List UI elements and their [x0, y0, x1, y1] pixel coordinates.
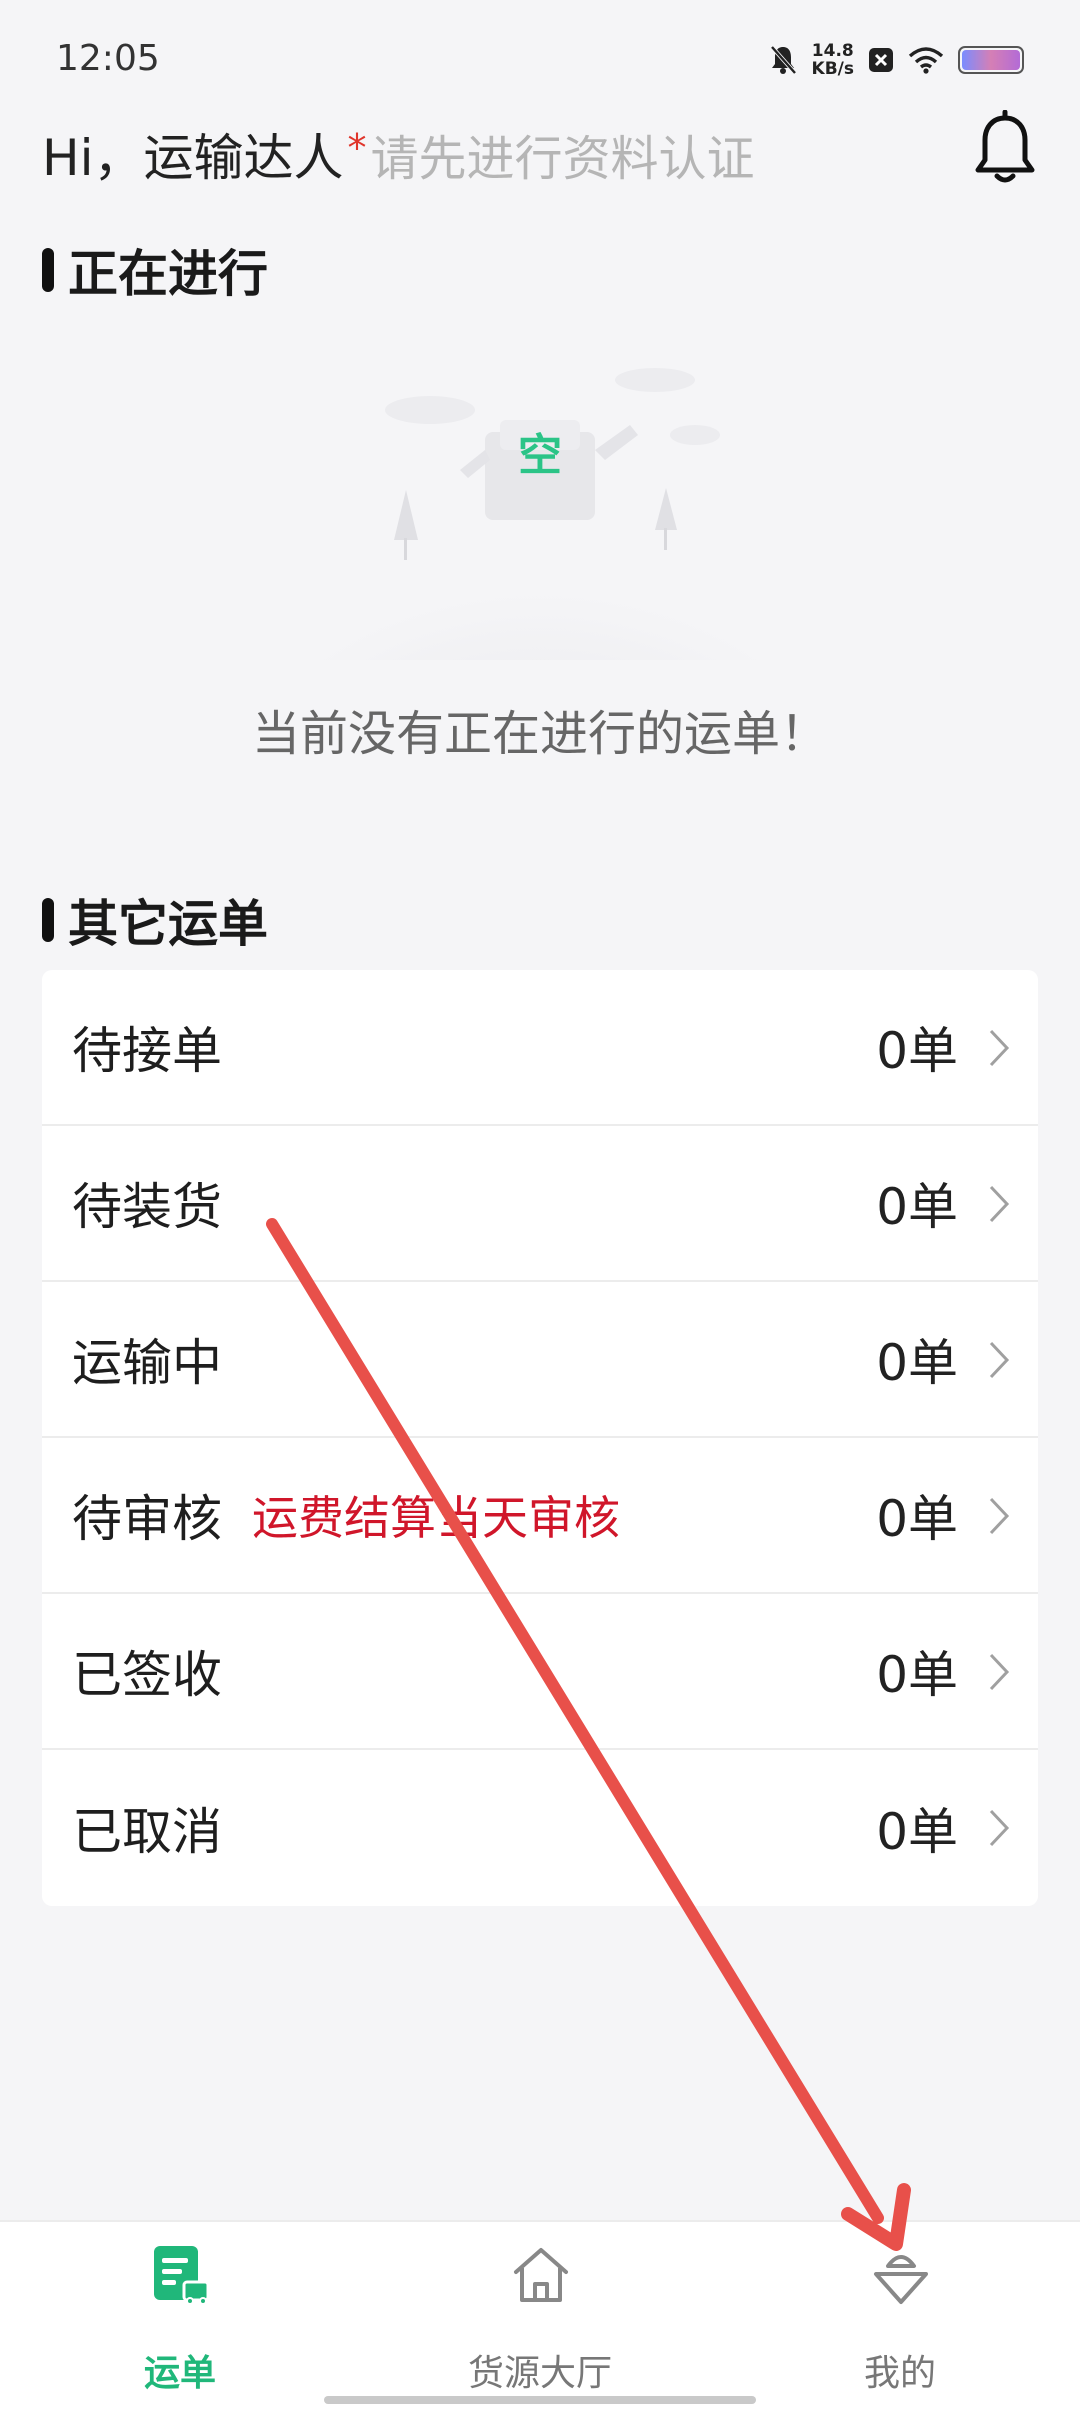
profile-icon: [874, 2255, 928, 2304]
battery-icon: [958, 46, 1024, 74]
order-row-signed[interactable]: 已签收 0单: [42, 1594, 1038, 1750]
row-label: 待装货: [72, 1178, 222, 1236]
tab-label: 我的: [863, 2353, 936, 2394]
blocked-sim-icon: [869, 48, 893, 72]
row-label: 已签收: [72, 1646, 222, 1704]
notification-bell-icon[interactable]: [970, 110, 1040, 190]
other-orders-section-title: 其它运单: [42, 884, 268, 956]
chevron-right-icon: [989, 1341, 1010, 1379]
header-greeting: Hi，运输达人 * 请先进行资料认证: [42, 118, 755, 190]
tab-label: 运单: [143, 2353, 216, 2394]
tab-mine[interactable]: 我的: [720, 2222, 1080, 2410]
in-progress-section-title: 正在进行: [42, 234, 268, 306]
tab-cargo-hall[interactable]: 货源大厅: [360, 2222, 720, 2410]
home-icon: [514, 2248, 568, 2302]
empty-badge: 空: [518, 430, 562, 481]
order-row-cancelled[interactable]: 已取消 0单: [42, 1750, 1038, 1906]
row-count: 0单: [876, 1022, 958, 1080]
order-row-pending-accept[interactable]: 待接单 0单: [42, 970, 1038, 1126]
wifi-icon: [908, 47, 944, 74]
section-marker: [42, 248, 54, 292]
network-speed: 14.8 KB/s: [811, 41, 854, 79]
verify-profile-link[interactable]: 请先进行资料认证: [371, 119, 755, 189]
tab-label: 货源大厅: [467, 2353, 612, 2394]
bottom-tab-bar: 运单 货源大厅 我的: [0, 2220, 1080, 2410]
row-count: 0单: [876, 1334, 958, 1392]
row-label: 运输中: [72, 1334, 222, 1392]
chevron-right-icon: [989, 1185, 1010, 1223]
tab-waybill[interactable]: 运单: [0, 2222, 360, 2410]
empty-state-message: 当前没有正在进行的运单！: [251, 706, 828, 762]
waybill-icon: [154, 2246, 210, 2305]
row-count: 0单: [876, 1803, 958, 1861]
order-row-in-transit[interactable]: 运输中 0单: [42, 1282, 1038, 1438]
chevron-right-icon: [989, 1653, 1010, 1691]
home-indicator: [324, 2396, 756, 2404]
mute-bell-icon: [770, 45, 797, 75]
section-marker: [42, 898, 54, 942]
chevron-right-icon: [989, 1029, 1010, 1067]
row-label: 待接单: [72, 1022, 222, 1080]
order-row-pending-review[interactable]: 待审核 运费结算当天审核 0单: [42, 1438, 1038, 1594]
status-icons: 14.8 KB/s: [768, 42, 1024, 78]
row-count: 0单: [876, 1490, 958, 1548]
chevron-right-icon: [989, 1497, 1010, 1535]
row-label: 已取消: [72, 1803, 222, 1861]
row-count: 0单: [876, 1178, 958, 1236]
required-mark: *: [347, 126, 367, 170]
row-count: 0单: [876, 1646, 958, 1704]
status-bar: 12:05 14.8 KB/s: [0, 0, 1080, 100]
order-status-list: 待接单 0单 待装货 0单 运输中 0单 待审核 运费结算当天审核 0单 已签收…: [42, 970, 1038, 1906]
status-time: 12:05: [56, 38, 160, 79]
review-note: 运费结算当天审核: [252, 1491, 620, 1545]
row-label: 待审核: [72, 1490, 222, 1548]
order-row-pending-load[interactable]: 待装货 0单: [42, 1126, 1038, 1282]
greeting-text: Hi，运输达人: [42, 129, 344, 187]
chevron-right-icon: [989, 1809, 1010, 1847]
empty-state-illustration: 空: [310, 368, 770, 660]
